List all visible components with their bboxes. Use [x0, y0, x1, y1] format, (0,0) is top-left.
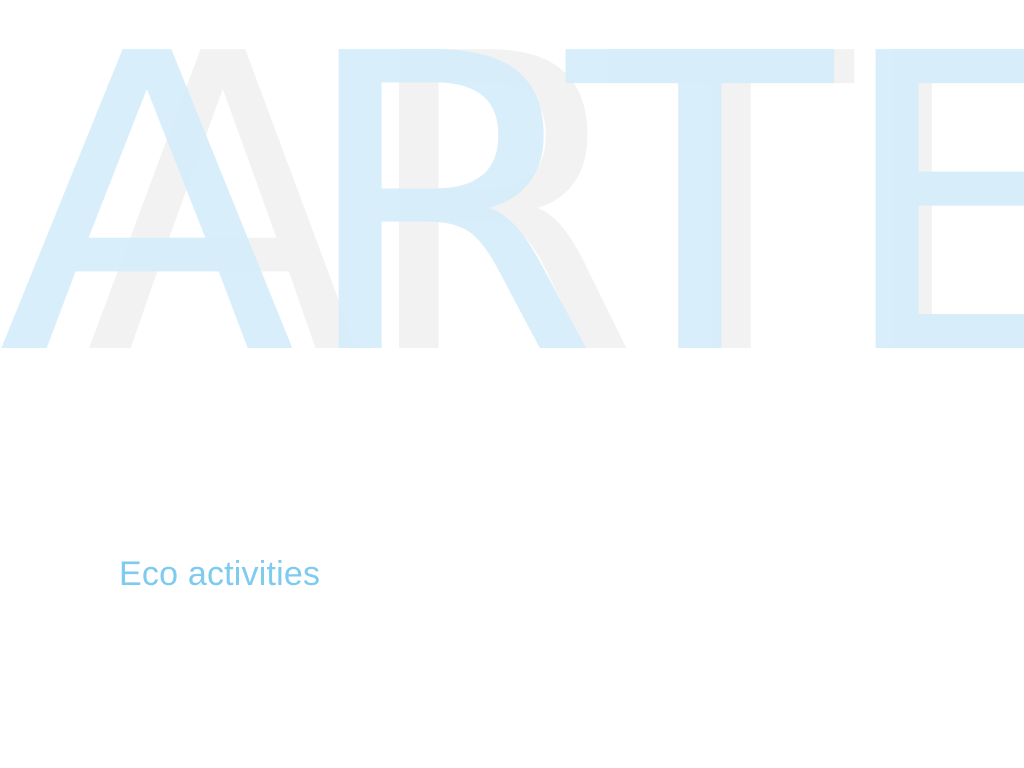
- section-title: Eco activities: [119, 555, 321, 593]
- watermark-graphic: ARTE ARTE: [0, 0, 1024, 360]
- page: ARTE ARTE Eco activities: [0, 0, 1024, 768]
- decorative-watermark: ARTE ARTE: [0, 0, 1024, 360]
- watermark-text-front: ARTE: [0, 0, 1024, 360]
